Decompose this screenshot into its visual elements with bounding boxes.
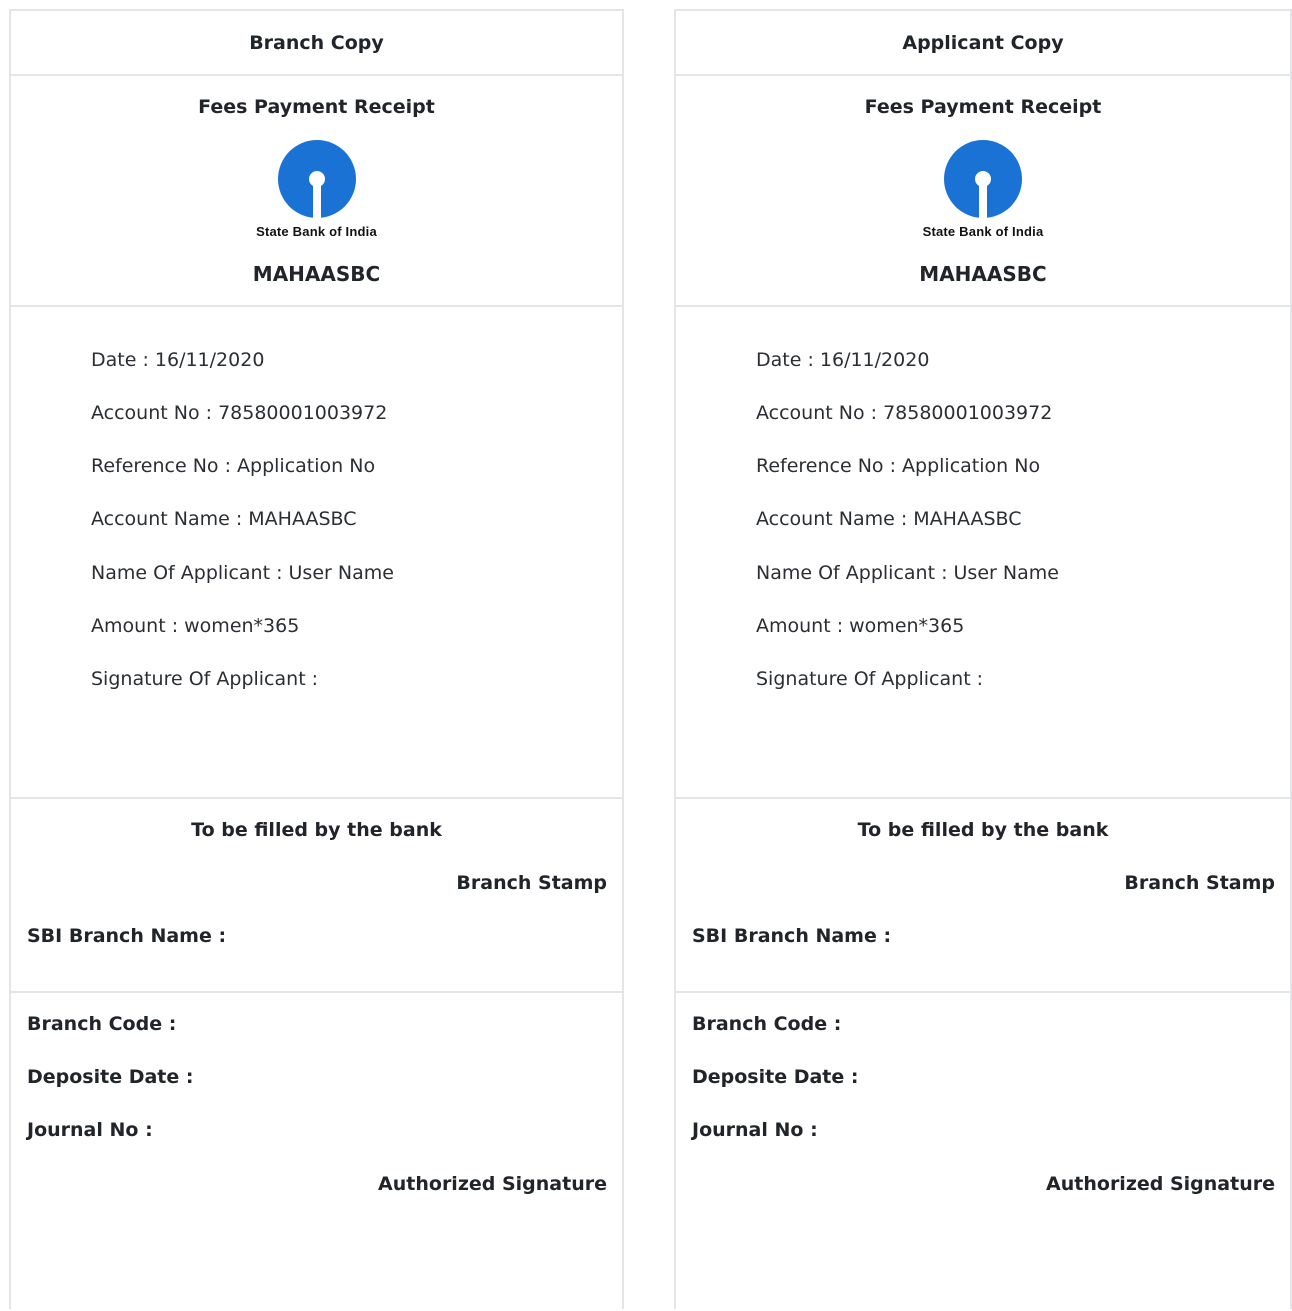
- account-no-line: Account No : 78580001003972: [91, 402, 388, 424]
- copy-label: Applicant Copy: [902, 31, 1064, 54]
- bank-section-title: To be filled by the bank: [857, 819, 1109, 841]
- copy-label: Branch Copy: [249, 31, 384, 54]
- branch-stamp-label: Branch Stamp: [456, 872, 607, 894]
- signature-line: Signature Of Applicant :: [756, 668, 984, 690]
- branch-code-section: Branch Code : Deposite Date : Journal No…: [11, 991, 622, 1311]
- branch-copy-column: Branch Copy Fees Payment Receipt State B…: [9, 9, 624, 1309]
- account-no-line: Account No : 78580001003972: [756, 402, 1053, 424]
- applicant-name-line: Name Of Applicant : User Name: [91, 562, 394, 584]
- journal-no-label: Journal No :: [692, 1119, 818, 1141]
- branch-code-section: Branch Code : Deposite Date : Journal No…: [676, 991, 1290, 1311]
- org-name: MAHAASBC: [252, 262, 381, 286]
- journal-no-label: Journal No :: [27, 1119, 153, 1141]
- amount-line: Amount : women*365: [756, 615, 965, 637]
- details-section: Date : 16/11/2020 Account No : 785800010…: [676, 305, 1290, 797]
- account-name-line: Account Name : MAHAASBC: [756, 508, 1022, 530]
- bank-section-title: To be filled by the bank: [191, 819, 442, 841]
- date-line: Date : 16/11/2020: [756, 349, 930, 371]
- authorized-signature-label: Authorized Signature: [1046, 1173, 1275, 1195]
- bank-section: To be filled by the bank Branch Stamp SB…: [11, 797, 622, 991]
- branch-stamp-label: Branch Stamp: [1124, 872, 1275, 894]
- applicant-name-line: Name Of Applicant : User Name: [756, 562, 1059, 584]
- bank-section: To be filled by the bank Branch Stamp SB…: [676, 797, 1290, 991]
- branch-code-label: Branch Code :: [692, 1013, 842, 1035]
- deposit-date-label: Deposite Date :: [27, 1066, 194, 1088]
- receipt-title: Fees Payment Receipt: [864, 96, 1102, 118]
- amount-line: Amount : women*365: [91, 615, 300, 637]
- details-section: Date : 16/11/2020 Account No : 785800010…: [11, 305, 622, 797]
- copy-header: Applicant Copy: [676, 9, 1290, 74]
- branch-name-label: SBI Branch Name :: [27, 925, 227, 947]
- applicant-copy-column: Applicant Copy Fees Payment Receipt Stat…: [674, 9, 1292, 1309]
- signature-line: Signature Of Applicant :: [91, 668, 319, 690]
- reference-no-line: Reference No : Application No: [91, 455, 376, 477]
- copy-header: Branch Copy: [11, 9, 622, 74]
- logo-text: State Bank of India: [256, 224, 377, 239]
- branch-code-label: Branch Code :: [27, 1013, 177, 1035]
- org-name: MAHAASBC: [919, 262, 1047, 286]
- logo-text: State Bank of India: [922, 224, 1044, 239]
- date-line: Date : 16/11/2020: [91, 349, 265, 371]
- logo-section: Fees Payment Receipt State Bank of India…: [11, 74, 622, 305]
- branch-name-label: SBI Branch Name :: [692, 925, 892, 947]
- deposit-date-label: Deposite Date :: [692, 1066, 859, 1088]
- logo-section: Fees Payment Receipt State Bank of India…: [676, 74, 1290, 305]
- receipt-title: Fees Payment Receipt: [198, 96, 435, 118]
- authorized-signature-label: Authorized Signature: [378, 1173, 607, 1195]
- account-name-line: Account Name : MAHAASBC: [91, 508, 357, 530]
- reference-no-line: Reference No : Application No: [756, 455, 1041, 477]
